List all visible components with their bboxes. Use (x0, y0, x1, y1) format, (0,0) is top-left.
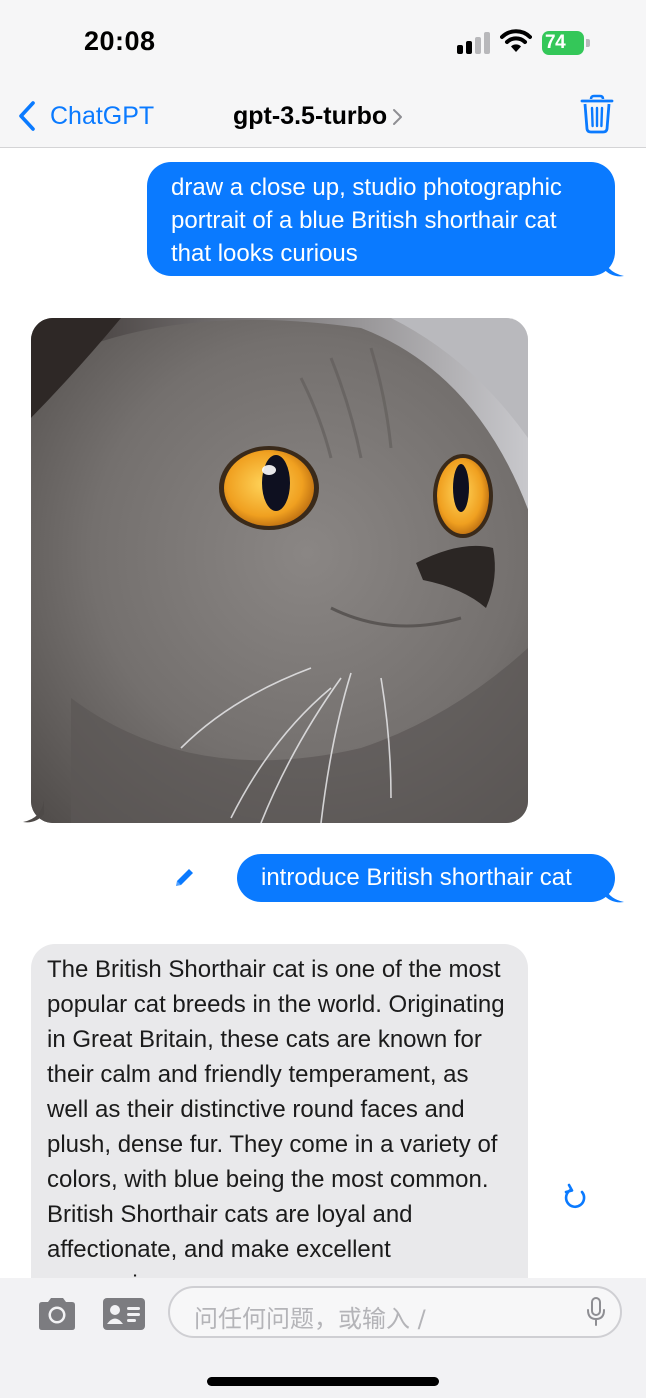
image-bubble-tail (23, 800, 44, 823)
battery-icon: 74 (542, 31, 590, 55)
model-title-text: gpt-3.5-turbo (233, 102, 388, 130)
battery-level: 74 (545, 32, 566, 53)
message-input-placeholder: 问任何问题，或输入 / (194, 1305, 426, 1333)
wifi-icon (500, 29, 532, 52)
nav-bar: ChatGPT gpt-3.5-turbo (0, 86, 646, 148)
user-bubble-tail (603, 254, 624, 277)
contact-card-icon[interactable] (102, 1297, 146, 1331)
user-message-bubble[interactable]: draw a close up, studio photographic por… (147, 162, 615, 276)
cat-portrait-image (31, 318, 528, 823)
assistant-message-bubble[interactable]: The British Shorthair cat is one of the … (31, 944, 528, 1304)
model-title[interactable]: gpt-3.5-turbo (233, 102, 403, 131)
trash-icon[interactable] (580, 94, 614, 134)
back-button[interactable]: ChatGPT (16, 96, 154, 136)
edit-pencil-icon[interactable] (172, 866, 196, 890)
camera-icon[interactable] (36, 1297, 78, 1331)
microphone-icon[interactable] (586, 1297, 606, 1327)
message-input[interactable]: 问任何问题，或输入 / (168, 1286, 622, 1338)
refresh-icon[interactable] (562, 1183, 588, 1211)
back-button-label: ChatGPT (50, 101, 155, 130)
title-chevron-icon (393, 108, 403, 125)
status-bar: 20:08 74 (0, 0, 646, 86)
home-indicator[interactable] (207, 1377, 439, 1386)
status-time: 20:08 (84, 26, 156, 56)
user-message-bubble[interactable]: introduce British shorthair cat (237, 854, 615, 902)
user-bubble-tail (603, 880, 624, 903)
cellular-signal-icon (457, 32, 493, 54)
back-chevron-icon (19, 101, 35, 131)
generated-cat-image[interactable] (31, 318, 528, 823)
